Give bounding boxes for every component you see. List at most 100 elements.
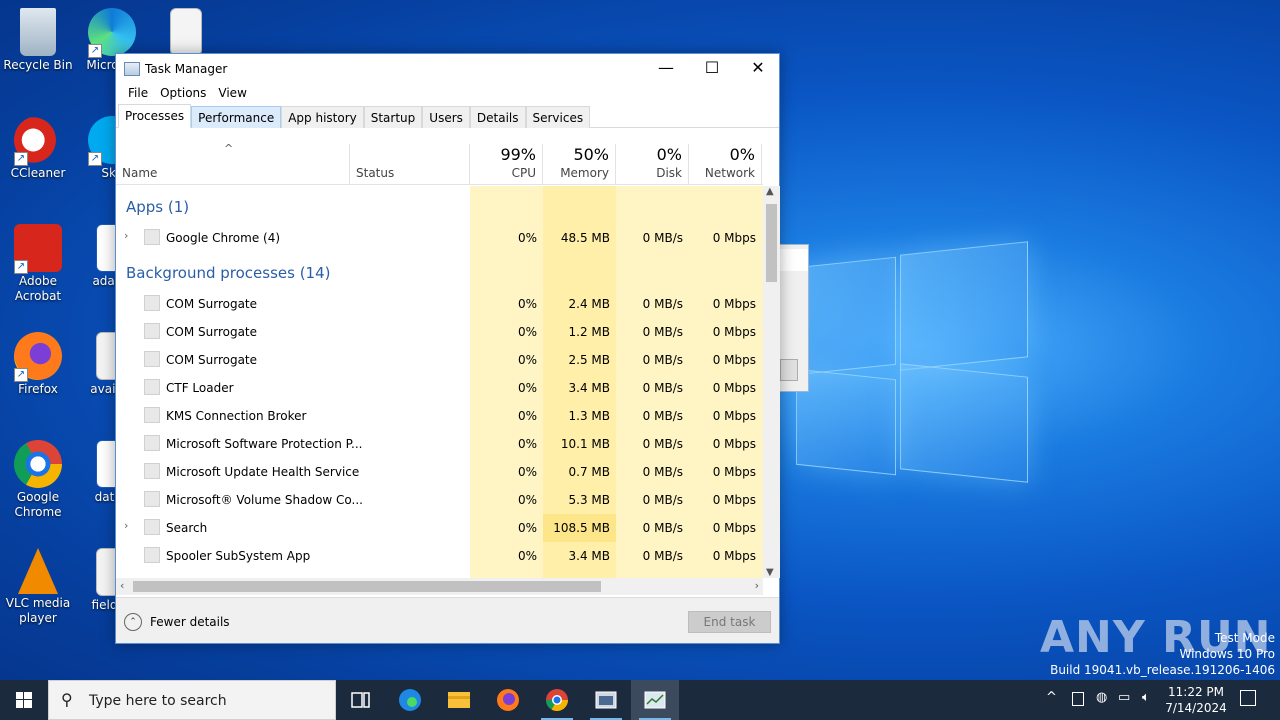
column-header-memory[interactable]: 50% Memory [543,144,616,185]
scroll-down-icon[interactable]: ▼ [766,567,774,578]
scroll-right-icon[interactable]: › [755,579,759,592]
desktop-icon-vlc[interactable]: VLC media player [0,548,76,626]
process-row[interactable]: Spooler SubSystem App 0% 3.4 MB 0 MB/s 0 Mbp… [116,542,763,570]
application-icon [595,691,617,709]
column-header-status[interactable]: Status [350,144,470,185]
tab-startup[interactable]: Startup [363,106,423,128]
network-icon[interactable]: ▭ [1118,690,1130,705]
minimize-button[interactable]: — [643,54,689,84]
taskbar-firefox[interactable] [484,680,532,720]
desktop-icon-adobe-acrobat[interactable]: ↗ Adobe Acrobat [0,224,76,304]
menu-options[interactable]: Options [154,84,212,104]
taskbar-search-box[interactable]: ⚲ Type here to search [48,680,336,720]
column-header-network[interactable]: 0% Network [689,144,762,185]
column-label: Disk [656,166,682,180]
search-icon: ⚲ [61,690,73,709]
build-label: Build 19041.vb_release.191206-1406 [1050,663,1275,677]
build-info: Test Mode Windows 10 Pro Build 19041.vb_… [1050,630,1275,678]
firefox-icon: ↗ [14,332,62,382]
column-label: Network [704,166,755,180]
process-row[interactable]: COM Surrogate 0% 1.2 MB 0 MB/s 0 Mbps [116,318,763,346]
notification-app-icon[interactable] [1072,692,1084,706]
process-icon [144,435,160,451]
column-header-cpu[interactable]: 99% CPU [470,144,543,185]
menu-view[interactable]: View [212,84,252,104]
network-value: 0 Mbps [712,549,756,563]
desktop-icon-firefox[interactable]: ↗ Firefox [0,332,76,397]
tab-app-history[interactable]: App history [281,106,364,128]
expand-chevron-icon[interactable]: › [124,229,128,242]
defender-icon[interactable]: ◍ [1096,690,1107,705]
disk-value: 0 MB/s [642,381,683,395]
fewer-details-button[interactable]: ⌃ Fewer details [124,613,230,631]
process-row[interactable]: Microsoft Update Health Service 0% 0.7 MB 0… [116,458,763,486]
desktop-icon-file[interactable] [148,8,224,58]
taskbar-chrome[interactable] [533,680,581,720]
scrollbar-thumb[interactable] [133,581,601,592]
memory-value: 5.3 MB [568,493,610,507]
desktop-icon-label: VLC media player [5,596,71,625]
process-row[interactable]: Microsoft Software Protection P... 0% 10.1… [116,430,763,458]
disk-value: 0 MB/s [642,231,683,245]
tab-processes[interactable]: Processes [118,104,192,128]
cpu-value: 0% [517,409,537,423]
end-task-button[interactable]: End task [688,611,771,633]
volume-icon[interactable]: 🔈︎ [1142,690,1150,705]
tab-services[interactable]: Services [525,106,591,128]
taskbar-file-explorer[interactable] [435,680,483,720]
desktop-icon-ccleaner[interactable]: ↗ CCleaner [0,116,76,181]
taskbar-app[interactable] [582,680,630,720]
column-header-disk[interactable]: 0% Disk [616,144,689,185]
disk-value: 0 MB/s [642,549,683,563]
taskbar-clock[interactable]: 11:22 PM 7/14/2024 [1156,684,1236,716]
disk-value: 0 MB/s [642,521,683,535]
process-row[interactable]: › Google Chrome (4) 0% 48.5 MB 0 MB/s 0 Mbps [116,224,763,252]
horizontal-scrollbar[interactable]: ‹ › [116,578,763,595]
network-value: 0 Mbps [712,353,756,367]
process-name: Spooler SubSystem App [166,549,311,563]
tab-details[interactable]: Details [469,106,526,128]
desktop-icon-label: Google Chrome [14,490,62,519]
search-placeholder: Type here to search [89,693,227,709]
tab-performance[interactable]: Performance [191,106,282,128]
network-value: 0 Mbps [712,493,756,507]
scroll-up-icon[interactable]: ▲ [766,186,774,197]
menu-file[interactable]: File [122,84,154,104]
scrollbar-thumb[interactable] [766,204,777,282]
desktop-icon-google-chrome[interactable]: Google Chrome [0,440,76,520]
vertical-scrollbar[interactable]: ▲ ▼ [763,186,780,578]
show-hidden-icons[interactable]: ^ [1046,690,1057,705]
desktop-icon-label: Recycle Bin [3,58,73,72]
start-button[interactable] [0,680,48,720]
group-header-apps[interactable]: Apps (1) [126,198,189,216]
action-center-icon[interactable] [1240,690,1256,706]
disk-value: 0 MB/s [642,297,683,311]
maximize-button[interactable]: ☐ [689,54,735,84]
network-value: 0 Mbps [712,409,756,423]
process-row[interactable]: KMS Connection Broker 0% 1.3 MB 0 MB/s 0 Mbp… [116,402,763,430]
close-button[interactable]: ✕ [735,54,781,84]
process-row[interactable]: COM Surrogate 0% 2.4 MB 0 MB/s 0 Mbps [116,290,763,318]
taskbar-task-manager[interactable] [631,680,679,720]
network-total-percent: 0% [729,145,755,164]
process-row[interactable]: CTF Loader 0% 3.4 MB 0 MB/s 0 Mbps [116,374,763,402]
process-row[interactable]: COM Surrogate 0% 2.5 MB 0 MB/s 0 Mbps [116,346,763,374]
process-row[interactable]: › Search 0% 108.5 MB 0 MB/s 0 Mbps [116,514,763,542]
tab-users[interactable]: Users [422,106,470,128]
column-header-name[interactable]: ^ Name [116,144,350,185]
scroll-left-icon[interactable]: ‹ [120,579,124,592]
cpu-value: 0% [517,381,537,395]
network-value: 0 Mbps [712,325,756,339]
vlc-cone-icon [18,548,58,594]
task-manager-icon [124,62,140,76]
title-bar[interactable]: Task Manager — ☐ ✕ [116,54,779,84]
expand-chevron-icon[interactable]: › [124,519,128,532]
column-header-power[interactable]: P [762,144,763,185]
taskbar-edge[interactable] [386,680,434,720]
desktop-icon-recycle-bin[interactable]: Recycle Bin [0,8,76,73]
group-header-background[interactable]: Background processes (14) [126,264,331,282]
process-row[interactable]: Microsoft® Volume Shadow Co... 0% 5.3 MB 0 … [116,486,763,514]
process-icon [144,229,160,245]
task-view-button[interactable] [336,680,384,720]
dialog-button[interactable] [780,359,798,381]
